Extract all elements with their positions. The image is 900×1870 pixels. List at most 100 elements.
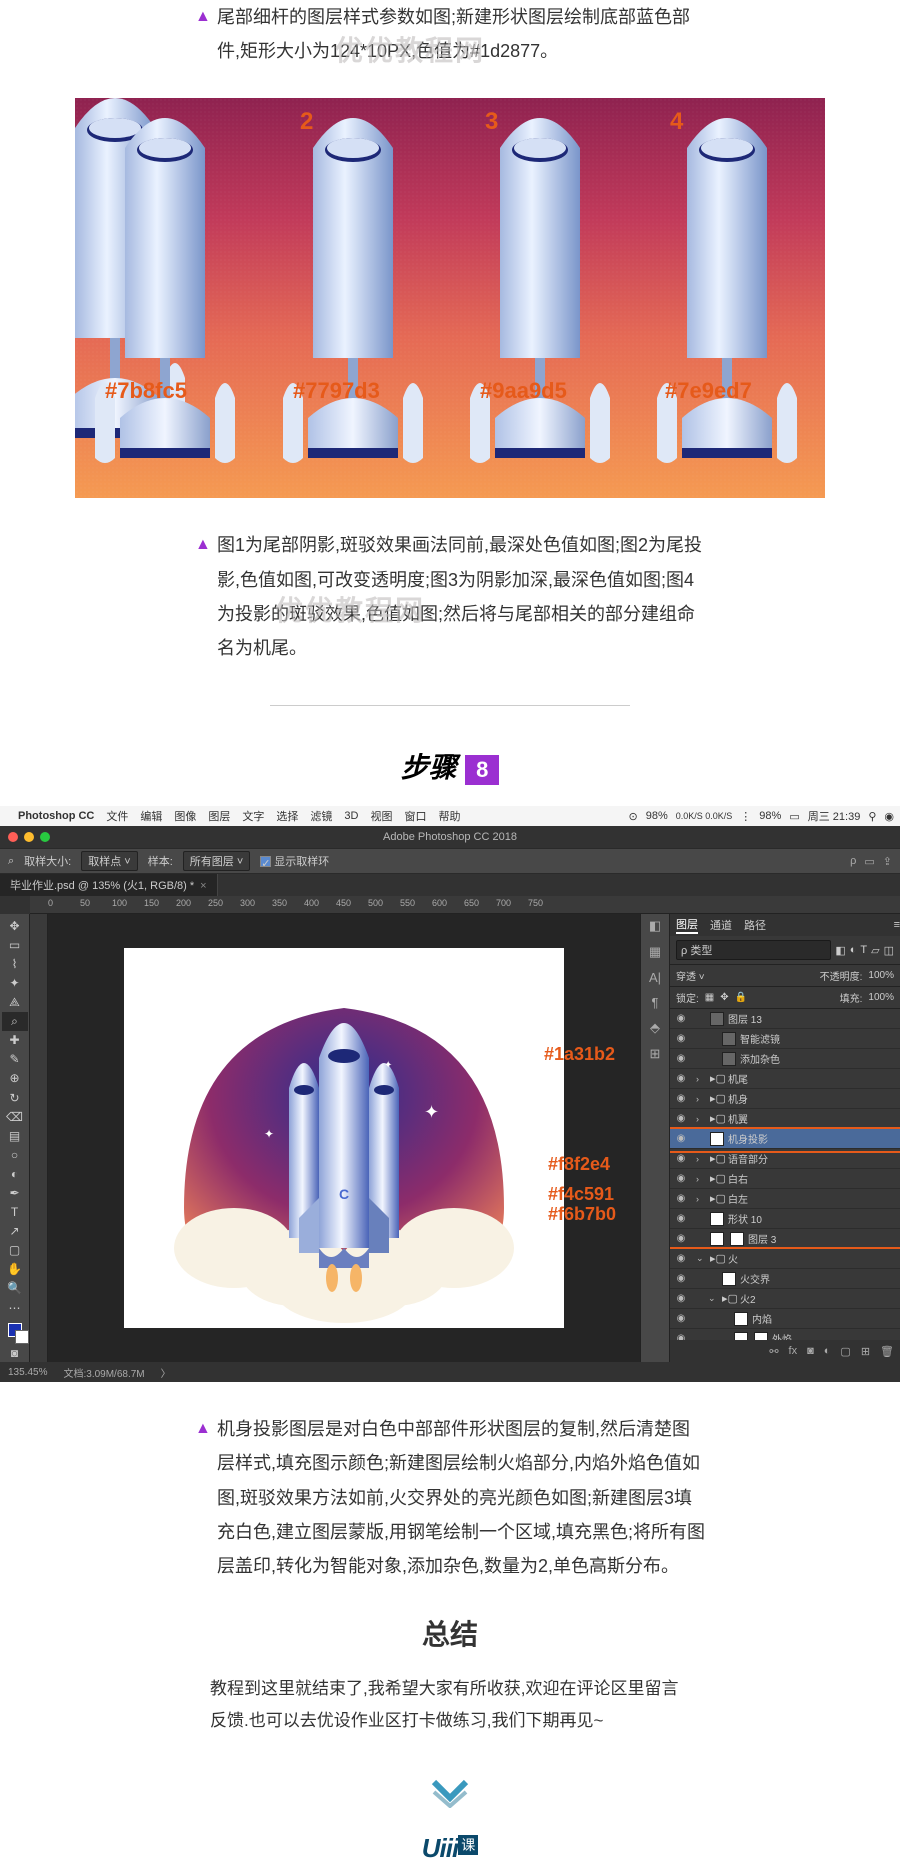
lock-position-icon[interactable]: ✥	[720, 992, 728, 1003]
lock-all-icon[interactable]: 🔒	[735, 992, 747, 1003]
zoom-tool[interactable]: 🔍	[2, 1279, 28, 1298]
group-icon[interactable]: ▢	[840, 1345, 850, 1358]
eyedropper-tool[interactable]: ⌕	[2, 1012, 28, 1031]
sample-ring-checkbox[interactable]: ✓显示取样环	[260, 853, 329, 869]
document-tab[interactable]: 毕业作业.psd @ 135% (火1, RGB/8) *×	[0, 874, 900, 896]
quickmask-tool[interactable]: ◙	[2, 1343, 28, 1362]
layer-row[interactable]: ◉›▸▢白左	[670, 1189, 900, 1209]
app-name[interactable]: Photoshop CC	[18, 810, 94, 822]
link-icon[interactable]: ⚯	[769, 1345, 778, 1358]
filter-smart-icon[interactable]: ◫	[884, 944, 894, 957]
workspace-icon[interactable]: ▭	[864, 855, 874, 868]
hand-tool[interactable]: ✋	[2, 1260, 28, 1279]
layer-row[interactable]: ◉图层 3	[670, 1229, 900, 1249]
dodge-tool[interactable]: ◐	[2, 1164, 28, 1183]
shape-tool[interactable]: ▢	[2, 1241, 28, 1260]
history-brush-tool[interactable]: ↻	[2, 1088, 28, 1107]
layer-row[interactable]: ◉外焰	[670, 1329, 900, 1340]
menu-3d[interactable]: 3D	[344, 810, 358, 822]
layer-row[interactable]: ◉›▸▢机身	[670, 1089, 900, 1109]
filter-kind[interactable]: ρ 类型	[676, 940, 831, 960]
stamp-tool[interactable]: ⊕	[2, 1069, 28, 1088]
ruler-vertical	[30, 914, 48, 1362]
menu-file[interactable]: 文件	[106, 808, 128, 824]
brush-tool[interactable]: ✎	[2, 1050, 28, 1069]
trash-icon[interactable]: 🗑	[880, 1345, 894, 1358]
opacity-value[interactable]: 100%	[868, 970, 894, 981]
filter-adj-icon[interactable]: ◐	[850, 944, 857, 956]
sample-select[interactable]: 所有图层 ˅	[183, 851, 250, 871]
lib-icon[interactable]: ⊞	[650, 1046, 661, 1062]
layer-row[interactable]: ◉›▸▢机尾	[670, 1069, 900, 1089]
zoom-value[interactable]: 135.45%	[8, 1367, 47, 1378]
eyedropper-icon[interactable]: ⌕	[8, 855, 14, 868]
para-icon[interactable]: ¶	[652, 995, 659, 1010]
sample-size-select[interactable]: 取样点 ˅	[81, 851, 137, 871]
siri-icon[interactable]: ◉	[884, 810, 894, 823]
layer-row[interactable]: ◉添加杂色	[670, 1049, 900, 1069]
mask-icon[interactable]: ◙	[807, 1345, 814, 1357]
swatch-icon[interactable]: ▦	[649, 944, 661, 960]
layer-row[interactable]: ◉›▸▢机翼	[670, 1109, 900, 1129]
adj-icon[interactable]: ◐	[824, 1345, 831, 1357]
maximize-button[interactable]	[40, 832, 50, 842]
layer-row[interactable]: ◉火交界	[670, 1269, 900, 1289]
tab-paths[interactable]: 路径	[744, 917, 766, 933]
blur-tool[interactable]: ○	[2, 1145, 28, 1164]
close-icon[interactable]: ×	[200, 880, 206, 892]
char-icon[interactable]: A|	[649, 970, 661, 985]
canvas-area[interactable]: ✦ ✦ ✦ C	[30, 914, 640, 1362]
crop-tool[interactable]: ⟁	[2, 993, 28, 1012]
menu-image[interactable]: 图像	[174, 808, 196, 824]
menu-window[interactable]: 窗口	[404, 808, 426, 824]
filter-shape-icon[interactable]: ▱	[871, 944, 879, 957]
pen-tool[interactable]: ✒	[2, 1183, 28, 1202]
layer-row[interactable]: ◉›▸▢语音部分	[670, 1149, 900, 1169]
healing-tool[interactable]: ✚	[2, 1031, 28, 1050]
search-icon[interactable]: ρ	[850, 855, 856, 868]
layer-row[interactable]: ◉形状 10	[670, 1209, 900, 1229]
spotlight-icon[interactable]: ⚲	[868, 810, 876, 823]
filter-img-icon[interactable]: ◧	[835, 944, 845, 957]
fill-value[interactable]: 100%	[868, 992, 894, 1003]
menu-edit[interactable]: 编辑	[140, 808, 162, 824]
layer-row[interactable]: ◉图层 13	[670, 1009, 900, 1029]
layer-row[interactable]: ◉智能滤镜	[670, 1029, 900, 1049]
magic-wand-tool[interactable]: ✦	[2, 973, 28, 992]
blend-mode-select[interactable]: 穿透 ˅	[676, 968, 814, 983]
gradient-tool[interactable]: ▤	[2, 1126, 28, 1145]
type-tool[interactable]: T	[2, 1203, 28, 1222]
tab-layers[interactable]: 图层	[676, 916, 698, 934]
lasso-tool[interactable]: ⌇	[2, 954, 28, 973]
menu-view[interactable]: 视图	[370, 808, 392, 824]
menu-layer[interactable]: 图层	[208, 808, 230, 824]
layers-list[interactable]: ◉图层 13◉智能滤镜◉添加杂色◉›▸▢机尾◉›▸▢机身◉›▸▢机翼◉机身投影◉…	[670, 1009, 900, 1340]
fg-bg-swatch[interactable]	[2, 1317, 28, 1343]
layer-row[interactable]: ◉内焰	[670, 1309, 900, 1329]
menu-help[interactable]: 帮助	[438, 808, 460, 824]
layer-row[interactable]: ◉⌄▸▢火	[670, 1249, 900, 1269]
layer-row[interactable]: ◉⌄▸▢火2	[670, 1289, 900, 1309]
filter-type-icon[interactable]: T	[860, 944, 867, 956]
color-icon[interactable]: ◧	[649, 918, 661, 934]
hex-overlay-a: #1a31b2	[544, 1044, 615, 1065]
menu-filter[interactable]: 滤镜	[310, 808, 332, 824]
marquee-tool[interactable]: ▭	[2, 935, 28, 954]
share-icon[interactable]: ⇪	[883, 855, 892, 868]
move-tool[interactable]: ✥	[2, 916, 28, 935]
minimize-button[interactable]	[24, 832, 34, 842]
path-tool[interactable]: ↗	[2, 1222, 28, 1241]
close-button[interactable]	[8, 832, 18, 842]
layer-row[interactable]: ◉机身投影	[670, 1129, 900, 1149]
new-icon[interactable]: ⊞	[861, 1345, 870, 1358]
panel-menu-icon[interactable]: ≡	[894, 919, 900, 931]
layer-row[interactable]: ◉›▸▢白右	[670, 1169, 900, 1189]
eraser-tool[interactable]: ⌫	[2, 1107, 28, 1126]
tab-channels[interactable]: 通道	[710, 917, 732, 933]
more-tool[interactable]: ⋯	[2, 1298, 28, 1317]
fx-icon[interactable]: fx	[789, 1345, 798, 1357]
lock-pixels-icon[interactable]: ▦	[705, 992, 714, 1003]
3d-icon[interactable]: ⬘	[650, 1020, 660, 1036]
menu-type[interactable]: 文字	[242, 808, 264, 824]
menu-select[interactable]: 选择	[276, 808, 298, 824]
